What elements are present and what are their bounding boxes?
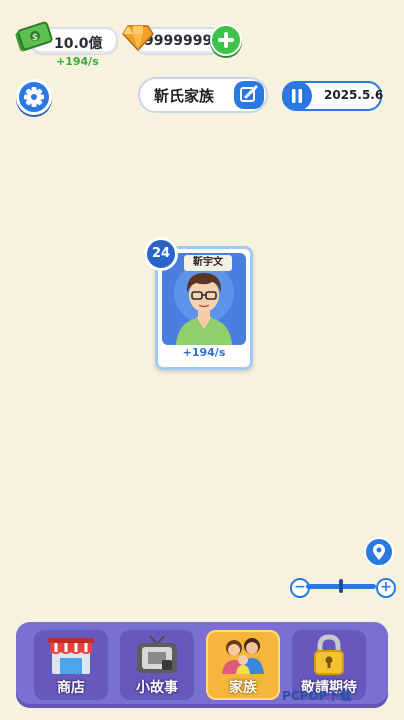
tv-icon [137, 635, 177, 673]
plus-icon: + [380, 579, 392, 595]
nav-family-label: 家族 [229, 680, 257, 696]
family-name: 靳氏家族 [154, 87, 215, 105]
nav-stories-label: 小故事 [136, 680, 178, 696]
zoom-slider-handle[interactable] [339, 579, 343, 593]
nav-shop-label: 商店 [57, 680, 85, 696]
gear-icon [24, 87, 44, 107]
cash-icon: $ [15, 21, 53, 52]
gems-value: 99999999 [144, 33, 216, 49]
edit-icon [240, 85, 258, 102]
character-name: 靳宇文 [184, 255, 232, 271]
svg-text:$: $ [32, 33, 38, 43]
date-text: 2025.5.6 [324, 88, 384, 102]
character-rate: +194/s [182, 346, 226, 359]
character-portrait: 靳宇文 [162, 253, 246, 345]
locate-button[interactable] [364, 537, 394, 567]
lock-icon [314, 634, 344, 675]
settings-button[interactable] [16, 79, 52, 115]
gem-icon [122, 25, 154, 52]
nav-family[interactable]: 家族 [206, 630, 280, 700]
nav-shop[interactable]: 商店 [34, 630, 108, 700]
family-name-pill: 靳氏家族 [138, 77, 268, 113]
minus-icon: − [294, 579, 306, 595]
family-icon [222, 638, 264, 674]
money-rate: +194/s [56, 55, 99, 68]
nav-stories[interactable]: 小故事 [120, 630, 194, 700]
money-value: 10.0億 [54, 36, 103, 52]
watermark: PCPOP下载 [282, 689, 352, 703]
add-gems-button[interactable] [210, 24, 242, 56]
pause-button[interactable] [282, 81, 312, 111]
zoom-in-button[interactable]: + [376, 578, 396, 598]
shop-icon [48, 638, 94, 674]
plus-icon [218, 32, 234, 48]
date-display: 2025.5.6 [282, 81, 384, 111]
zoom-slider[interactable] [306, 579, 376, 593]
pause-icon [292, 89, 302, 103]
location-pin-icon [373, 544, 385, 560]
edit-family-name-button[interactable] [234, 81, 264, 109]
level-badge: 24 [144, 237, 178, 271]
